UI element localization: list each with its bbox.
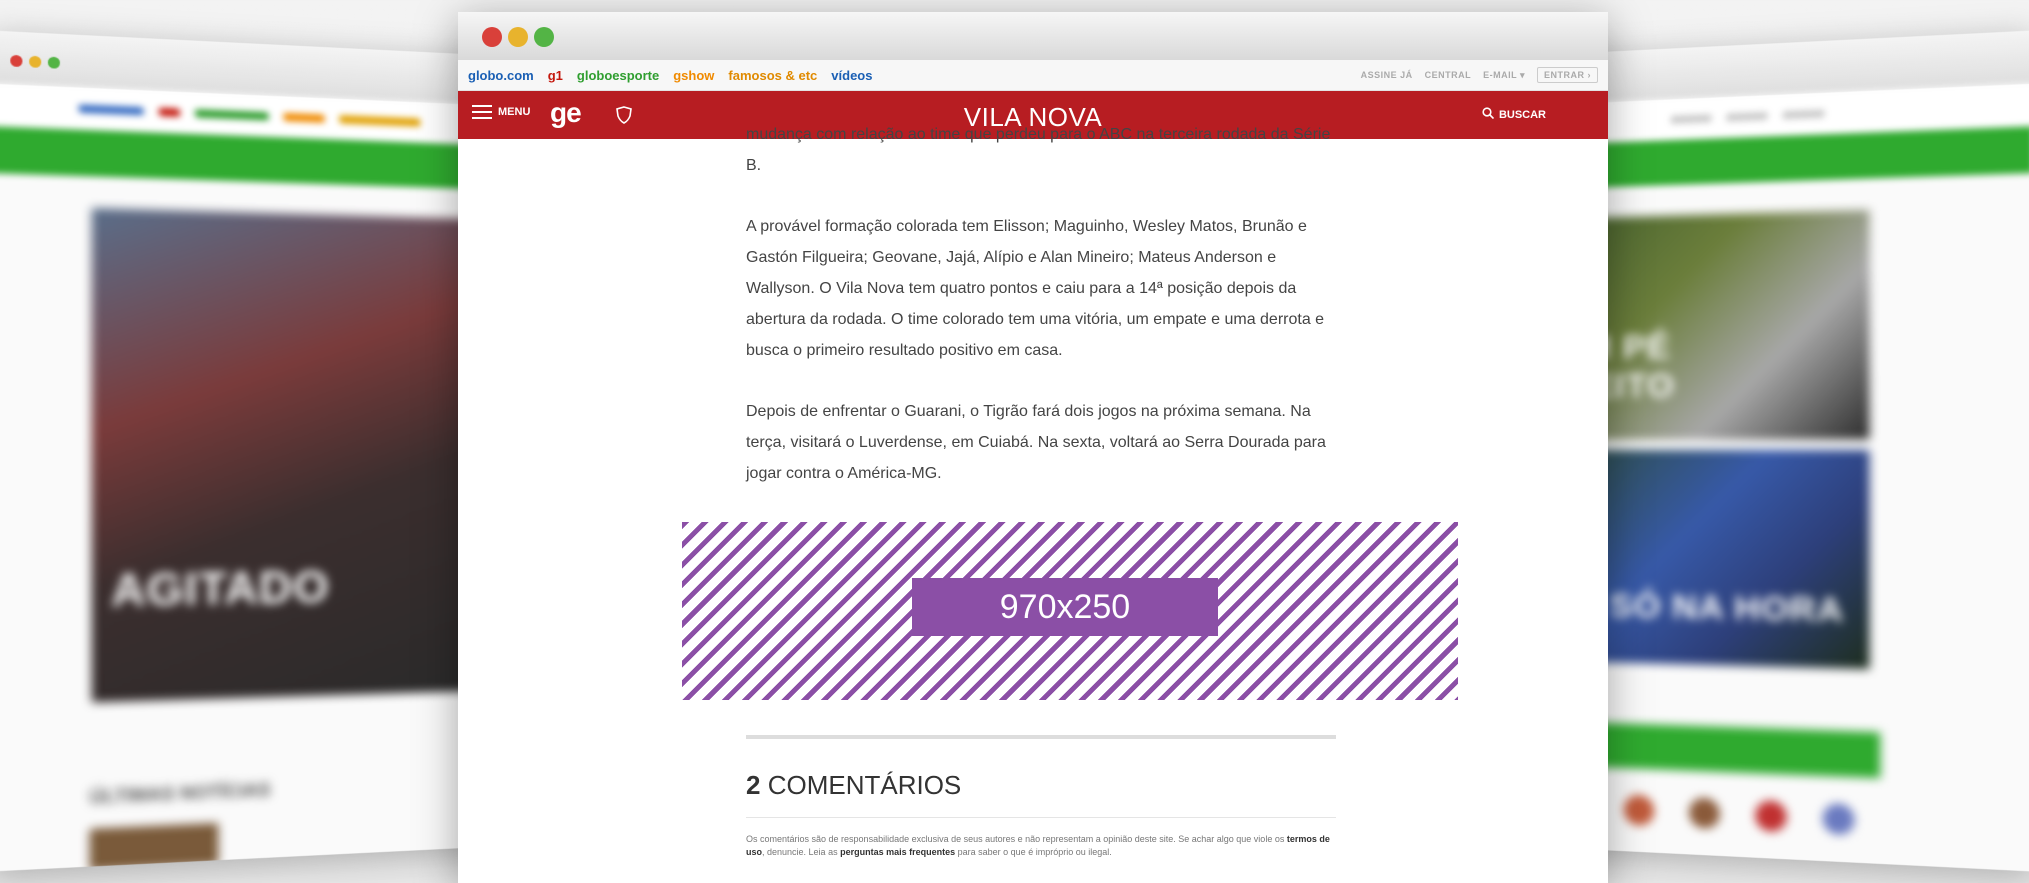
chevron-down-icon: ▾ — [1519, 69, 1525, 80]
search-label: BUSCAR — [1498, 108, 1546, 121]
globo-network-bar: globo.com g1 globoesporte gshow famosos … — [458, 60, 1608, 91]
email-link[interactable]: E-MAIL ▾ — [1483, 70, 1525, 81]
email-label: E-MAIL — [1483, 69, 1517, 80]
left-hero-headline: AGITADO — [111, 562, 330, 617]
globoesporte-link[interactable]: globoesporte — [577, 68, 659, 83]
main-browser-window: globo.com g1 globoesporte gshow famosos … — [458, 12, 1608, 883]
search-icon — [1482, 107, 1495, 122]
ge-header: MENU ge VILA NOVA BUSCAR — [458, 91, 1608, 139]
minimize-window-button[interactable] — [508, 27, 528, 47]
right-bottom-headline: SÓ NA HORA — [1609, 586, 1844, 631]
left-traffic-lights — [10, 54, 60, 69]
left-section-title: ÚLTIMAS NOTÍCIAS — [89, 779, 271, 808]
famosos-link[interactable]: famosos & etc — [728, 68, 817, 83]
left-news-thumb — [89, 822, 219, 871]
left-hero-photo — [91, 208, 487, 703]
search-button[interactable]: BUSCAR — [1482, 107, 1546, 122]
left-background-browser: AGITADO ÚLTIMAS NOTÍCIAS — [0, 30, 505, 872]
entrar-label: ENTRAR — [1544, 70, 1585, 80]
central-link[interactable]: CENTRAL — [1425, 70, 1472, 80]
account-links: ASSINE JÁ CENTRAL E-MAIL ▾ ENTRAR › — [1361, 67, 1598, 83]
entrar-button[interactable]: ENTRAR › — [1537, 67, 1598, 83]
globo-link[interactable]: globo.com — [468, 68, 534, 83]
page-title: VILA NOVA — [963, 102, 1103, 132]
assine-link[interactable]: ASSINE JÁ — [1361, 70, 1413, 80]
videos-link[interactable]: vídeos — [831, 68, 872, 83]
maximize-window-button[interactable] — [534, 27, 554, 47]
gshow-link[interactable]: gshow — [673, 68, 714, 83]
browser-titlebar — [458, 12, 1608, 60]
close-window-button[interactable] — [482, 27, 502, 47]
g1-link[interactable]: g1 — [548, 68, 563, 83]
